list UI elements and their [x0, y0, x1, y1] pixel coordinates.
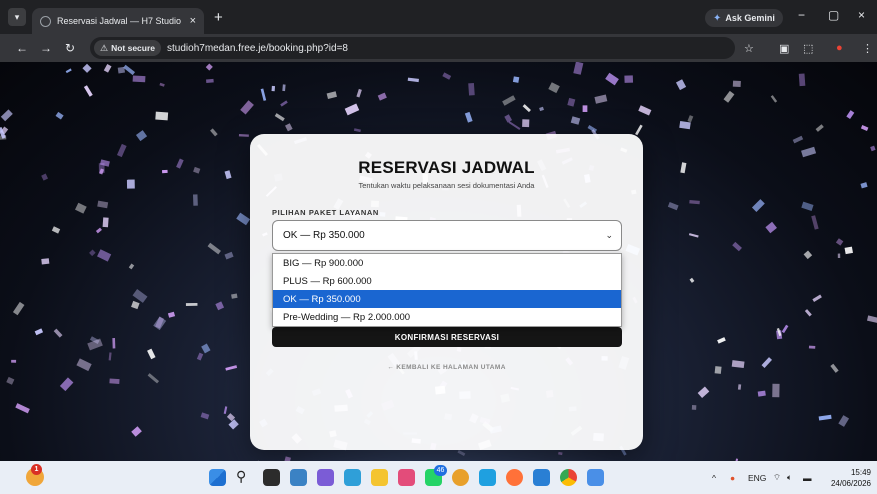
git-icon[interactable] [587, 469, 604, 486]
edge-icon[interactable] [344, 469, 361, 486]
active-tab[interactable]: Reservasi Jadwal — H7 Studio × [32, 8, 204, 34]
security-label: Not secure [111, 43, 156, 53]
profile-avatar-icon[interactable]: ● [836, 42, 843, 54]
system-clock[interactable]: 15:49 24/06/2026 [831, 467, 871, 489]
windows-taskbar: 1 ⚲ 46 ^ ● ENG ⌔ 🔈︎ ▬ 15:49 24/06/2026 [0, 461, 877, 494]
chrome-icon[interactable] [560, 469, 577, 486]
tab-search-menu-icon[interactable]: ▾ [8, 8, 26, 26]
clock-date: 24/06/2026 [830, 479, 871, 488]
new-tab-button[interactable]: + [214, 9, 223, 26]
option-ok[interactable]: OK — Rp 350.000 [273, 290, 621, 308]
kebab-menu-icon[interactable]: ⋮ [862, 42, 873, 55]
security-indicator[interactable]: ⚠ Not secure [94, 40, 162, 56]
browser-toolbar: ← → ↻ ⚠ Not secure studioh7medan.free.je… [0, 34, 877, 62]
page-viewport: RESERVASI JADWAL Tentukan waktu pelaksan… [0, 62, 877, 461]
address-bar[interactable]: ⚠ Not secure studioh7medan.free.je/booki… [90, 37, 735, 59]
copilot-icon[interactable] [317, 469, 334, 486]
package-dropdown-list: BIG — Rp 900.000 PLUS — Rp 600.000 OK — … [272, 253, 622, 327]
tab-title: Reservasi Jadwal — H7 Studio [57, 16, 182, 26]
option-plus[interactable]: PLUS — Rp 600.000 [273, 272, 621, 290]
extension-icon[interactable]: ▣ [779, 42, 789, 55]
tab-close-icon[interactable]: × [190, 15, 196, 27]
puzzle-icon[interactable]: ⬚ [803, 42, 813, 55]
forward-arrow-icon[interactable]: → [34, 41, 58, 55]
page-title: RESERVASI JADWAL [358, 158, 535, 177]
back-to-home-link[interactable]: ← KEMBALI KE HALAMAN UTAMA [250, 364, 643, 371]
file-explorer-icon[interactable] [371, 469, 388, 486]
windows-start-icon[interactable] [209, 469, 226, 486]
screen: ▾ Reservasi Jadwal — H7 Studio × + ✦ Ask… [0, 0, 877, 494]
whatsapp-badge: 46 [434, 465, 447, 476]
wifi-icon[interactable]: ⌔ [773, 461, 781, 494]
package-field-label: PILIHAN PAKET LAYANAN [272, 208, 379, 217]
bookmark-star-icon[interactable]: ☆ [744, 42, 754, 55]
task-view-icon[interactable] [263, 469, 280, 486]
app-icon[interactable] [479, 469, 496, 486]
vscode-icon[interactable] [533, 469, 550, 486]
volume-icon[interactable]: 🔈︎ [787, 461, 792, 494]
url-text[interactable]: studioh7medan.free.je/booking.php?id=8 [167, 43, 348, 54]
gemini-sparkle-icon: ✦ [713, 12, 722, 24]
ask-gemini-button[interactable]: ✦ Ask Gemini [705, 9, 783, 27]
ask-gemini-label: Ask Gemini [725, 13, 775, 23]
option-pre-wedding[interactable]: Pre-Wedding — Rp 2.000.000 [273, 308, 621, 326]
package-select[interactable]: OK — Rp 350.000 ⌄ [272, 220, 622, 251]
search-icon[interactable]: ⚲ [236, 468, 253, 485]
package-select-value: OK — Rp 350.000 [283, 230, 365, 241]
page-subtitle: Tentukan waktu pelaksanaan sesi dokument… [358, 181, 535, 190]
clock-time: 15:49 [850, 468, 871, 477]
tray-app-icon[interactable]: ● [730, 461, 735, 494]
loading-favicon-icon [40, 15, 51, 27]
chrome-alt-icon[interactable] [452, 469, 469, 486]
store-icon[interactable] [398, 469, 415, 486]
chevron-down-icon: ⌄ [605, 230, 613, 240]
restore-button[interactable]: ▢ [828, 8, 839, 22]
option-big[interactable]: BIG — Rp 900.000 [273, 254, 621, 272]
notification-badge: 1 [31, 464, 42, 475]
confirm-reservation-button[interactable]: KONFIRMASI RESERVASI [272, 327, 622, 347]
language-indicator[interactable]: ENG [748, 461, 766, 494]
close-window-button[interactable]: × [858, 8, 865, 22]
reload-icon[interactable]: ↻ [58, 41, 82, 55]
warning-triangle-icon: ⚠ [100, 42, 109, 53]
minimize-button[interactable]: − [798, 8, 805, 22]
firefox-icon[interactable] [506, 469, 523, 486]
battery-icon[interactable]: ▬ [803, 461, 812, 494]
widgets-icon[interactable] [290, 469, 307, 486]
chevron-up-icon[interactable]: ^ [712, 461, 716, 494]
back-arrow-icon[interactable]: ← [10, 41, 34, 55]
